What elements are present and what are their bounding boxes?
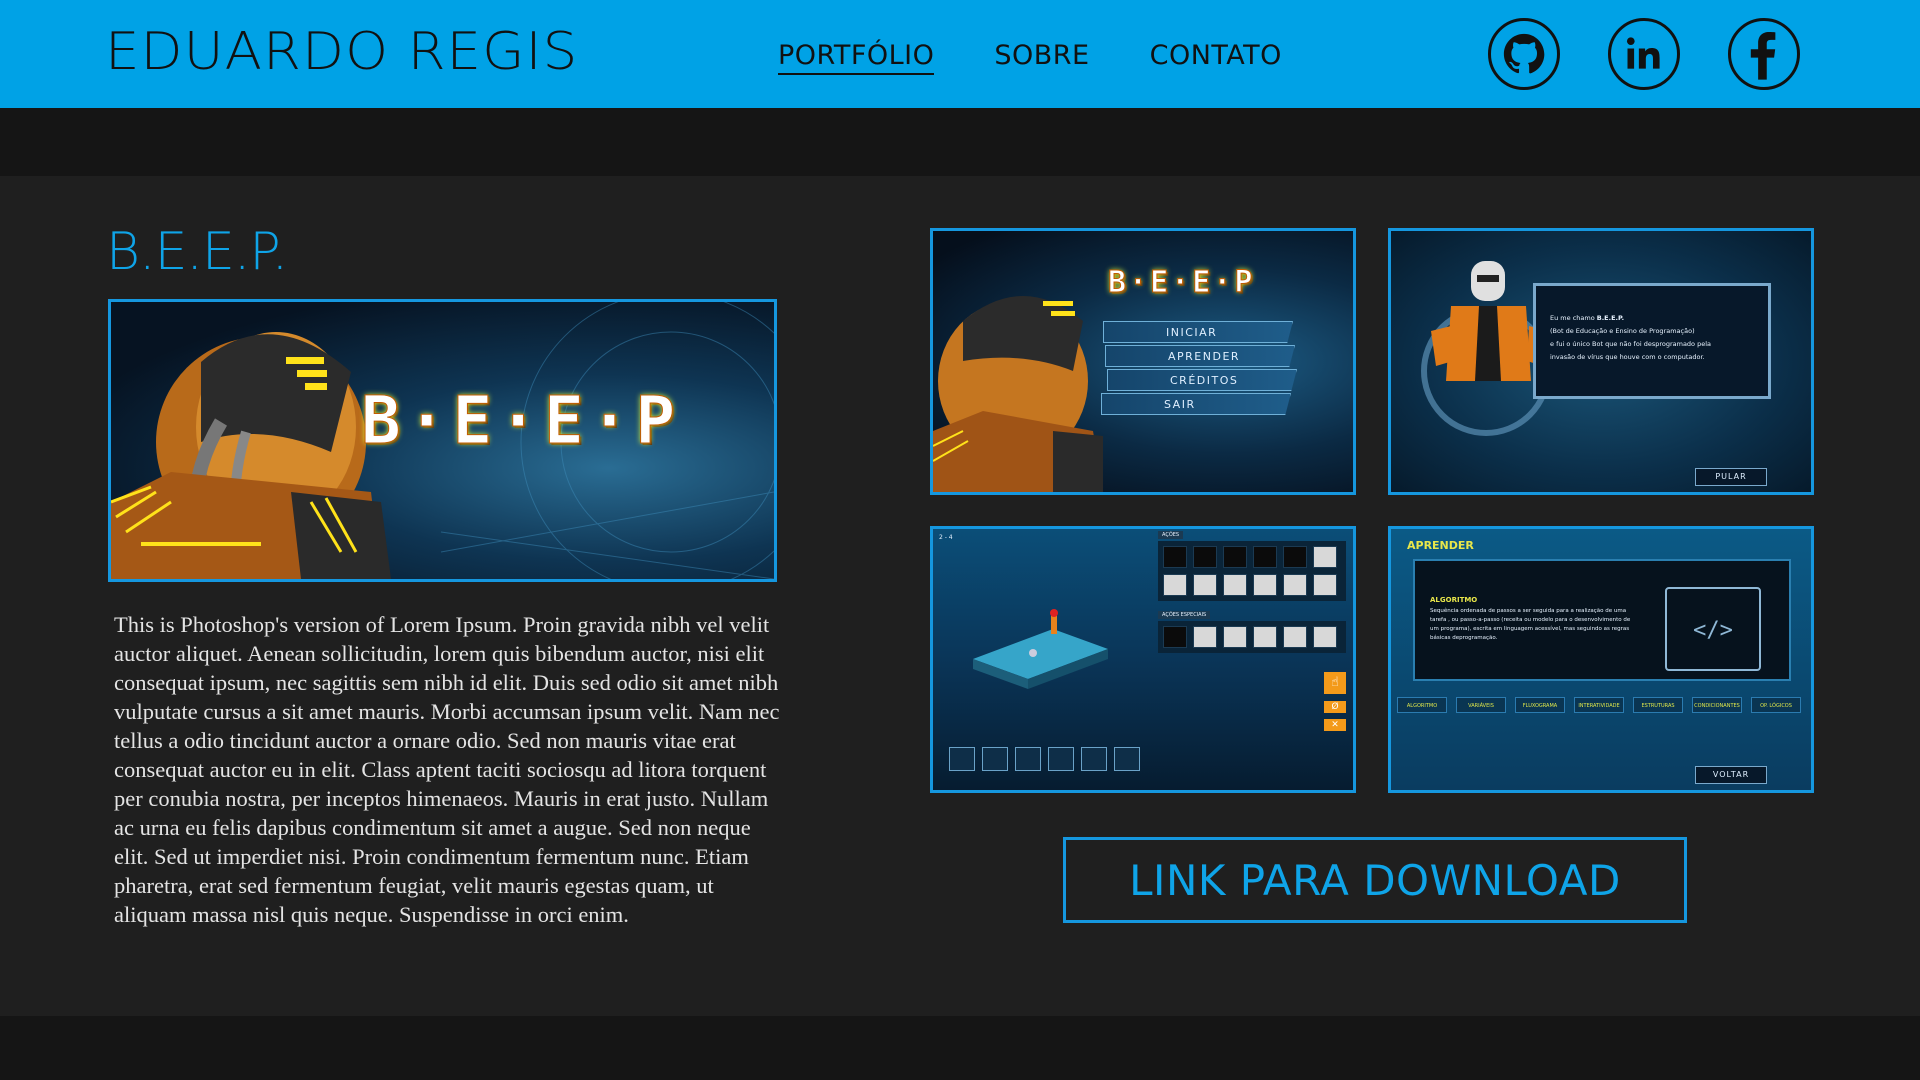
action-slot[interactable] — [1193, 546, 1217, 568]
menu-logo: B·E·E·P — [1107, 265, 1256, 301]
screenshot-learn[interactable]: APRENDER ALGORITMO Sequência ordenada de… — [1388, 526, 1814, 793]
category-op-logicos[interactable]: OP. LÓGICOS — [1751, 697, 1801, 713]
action-slot[interactable] — [1253, 574, 1277, 596]
special-slot[interactable] — [1193, 626, 1217, 648]
dialog-box: Eu me chamo B.E.E.P. (Bot de Educação e … — [1533, 283, 1771, 399]
tool-apertar[interactable] — [1114, 747, 1140, 771]
dialog-line-4: invasão de vírus que houve com o computa… — [1550, 353, 1705, 361]
dialog-line-3: e fui o único Bot que não foi desprogram… — [1550, 340, 1712, 348]
screenshot-menu[interactable]: B·E·E·P INICIAR APRENDER CRÉDITOS SAIR — [930, 228, 1356, 495]
tool-pegar[interactable] — [1048, 747, 1074, 771]
screenshot-intro[interactable]: Eu me chamo B.E.E.P. (Bot de Educação e … — [1388, 228, 1814, 495]
action-slot[interactable] — [1223, 574, 1247, 596]
special-slot[interactable] — [1313, 626, 1337, 648]
dialog-line-1: Eu me chamo B.E.E.P. — [1550, 314, 1625, 322]
action-slot[interactable] — [1223, 546, 1247, 568]
tool-girar-left[interactable] — [982, 747, 1008, 771]
hero-logo: B·E·E·P — [360, 382, 682, 460]
close-icon[interactable]: ✕ — [1324, 719, 1346, 731]
action-slot[interactable] — [1193, 574, 1217, 596]
hand-icon[interactable]: ☝ — [1324, 672, 1346, 694]
reset-icon[interactable]: Ø — [1324, 701, 1346, 713]
top-header: EDUARDO REGIS PORTFÓLIO SOBRE CONTATO — [0, 0, 1920, 108]
hero-image: B·E·E·P — [108, 299, 777, 582]
facebook-icon[interactable] — [1728, 18, 1800, 90]
skip-button[interactable]: PULAR — [1695, 468, 1767, 486]
tool-andar[interactable] — [949, 747, 975, 771]
actions-grid — [1158, 541, 1346, 601]
action-slot[interactable] — [1163, 574, 1187, 596]
menu-item-creditos[interactable]: CRÉDITOS — [1107, 369, 1297, 391]
nav-sobre[interactable]: SOBRE — [994, 40, 1089, 75]
actions-label: AÇÕES — [1158, 531, 1184, 539]
footer — [0, 1016, 1920, 1080]
code-icon: </> — [1665, 587, 1761, 671]
action-slot[interactable] — [1313, 574, 1337, 596]
nav-portfolio[interactable]: PORTFÓLIO — [778, 40, 935, 75]
learn-title: APRENDER — [1407, 539, 1474, 552]
action-slot[interactable] — [1253, 546, 1277, 568]
special-slot[interactable] — [1283, 626, 1307, 648]
tool-girar-right[interactable] — [1015, 747, 1041, 771]
category-estruturas[interactable]: ESTRUTURAS — [1633, 697, 1683, 713]
tool-atacar[interactable] — [1081, 747, 1107, 771]
social-links — [1488, 18, 1800, 90]
special-slot[interactable] — [1253, 626, 1277, 648]
dialog-line-2: (Bot de Educação e Ensino de Programação… — [1550, 327, 1695, 335]
brand-name[interactable]: EDUARDO REGIS — [105, 22, 578, 82]
category-condicionantes[interactable]: CONDICIONANTES — [1692, 697, 1742, 713]
screenshot-game[interactable]: 2 - 4 AÇÕES AÇÕES ESPECIAIS ☝ Ø ✕ — [930, 526, 1356, 793]
project-description: This is Photoshop's version of Lorem Ips… — [114, 612, 780, 927]
action-slot[interactable] — [1283, 546, 1307, 568]
category-algoritmo[interactable]: ALGORITMO — [1397, 697, 1447, 713]
learn-heading: ALGORITMO — [1430, 596, 1478, 604]
special-slot[interactable] — [1163, 626, 1187, 648]
special-slot[interactable] — [1223, 626, 1247, 648]
menu-item-iniciar[interactable]: INICIAR — [1103, 321, 1293, 343]
action-slot[interactable] — [1283, 574, 1307, 596]
main-nav: PORTFÓLIO SOBRE CONTATO — [778, 40, 1282, 75]
category-bar: ALGORITMO VARIÁVEIS FLUXOGRAMA INTERATIV… — [1397, 697, 1801, 713]
menu-item-sair[interactable]: SAIR — [1101, 393, 1291, 415]
tool-bar — [949, 747, 1140, 771]
special-actions-label: AÇÕES ESPECIAIS — [1158, 611, 1211, 619]
learn-panel: ALGORITMO Sequência ordenada de passos a… — [1413, 559, 1791, 681]
action-slot[interactable] — [1163, 546, 1187, 568]
learn-text: Sequência ordenada de passos a ser segui… — [1430, 608, 1631, 641]
github-icon[interactable] — [1488, 18, 1560, 90]
category-interatividade[interactable]: INTERATIVIDADE — [1574, 697, 1624, 713]
nav-contato[interactable]: CONTATO — [1150, 40, 1282, 75]
project-section: B.E.E.P. B·E·E·P This is Photoshop's ver… — [0, 176, 1920, 1016]
special-actions-grid — [1158, 621, 1346, 653]
back-button[interactable]: VOLTAR — [1695, 766, 1767, 784]
category-variaveis[interactable]: VARIÁVEIS — [1456, 697, 1506, 713]
project-title: B.E.E.P. — [106, 222, 288, 282]
download-button[interactable]: LINK PARA DOWNLOAD — [1063, 837, 1687, 923]
category-fluxograma[interactable]: FLUXOGRAMA — [1515, 697, 1565, 713]
header-spacer — [0, 108, 1920, 176]
linkedin-icon[interactable] — [1608, 18, 1680, 90]
action-slot[interactable] — [1313, 546, 1337, 568]
menu-item-aprender[interactable]: APRENDER — [1105, 345, 1295, 367]
